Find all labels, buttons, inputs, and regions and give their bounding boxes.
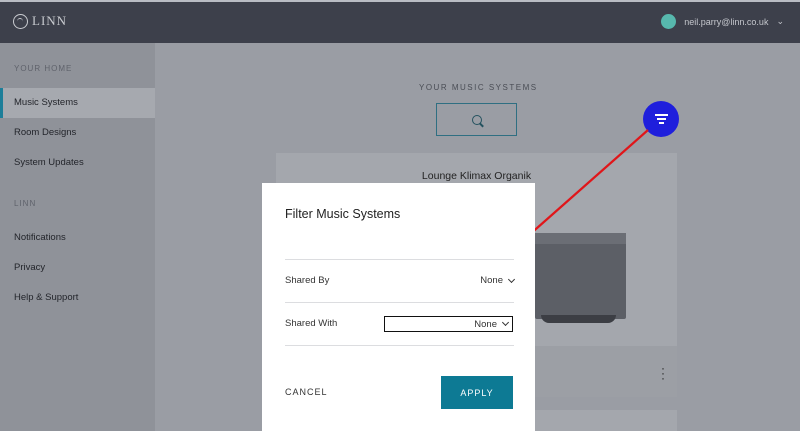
- dialog-title: Filter Music Systems: [285, 207, 401, 221]
- cancel-button[interactable]: CANCEL: [285, 387, 328, 397]
- shared-by-label: Shared By: [285, 275, 330, 286]
- filter-dialog: Filter Music Systems Shared By None Shar…: [262, 183, 535, 431]
- shared-with-value: None: [474, 318, 497, 330]
- apply-button[interactable]: APPLY: [441, 376, 513, 409]
- divider: [285, 259, 514, 260]
- shared-by-value: None: [480, 275, 503, 286]
- shared-by-select[interactable]: None: [480, 275, 516, 286]
- shared-with-select[interactable]: None: [384, 316, 513, 332]
- shared-with-label: Shared With: [285, 318, 338, 329]
- divider: [285, 302, 514, 303]
- divider: [285, 345, 514, 346]
- chevron-down-icon: [501, 318, 510, 327]
- chevron-down-icon: [507, 275, 516, 283]
